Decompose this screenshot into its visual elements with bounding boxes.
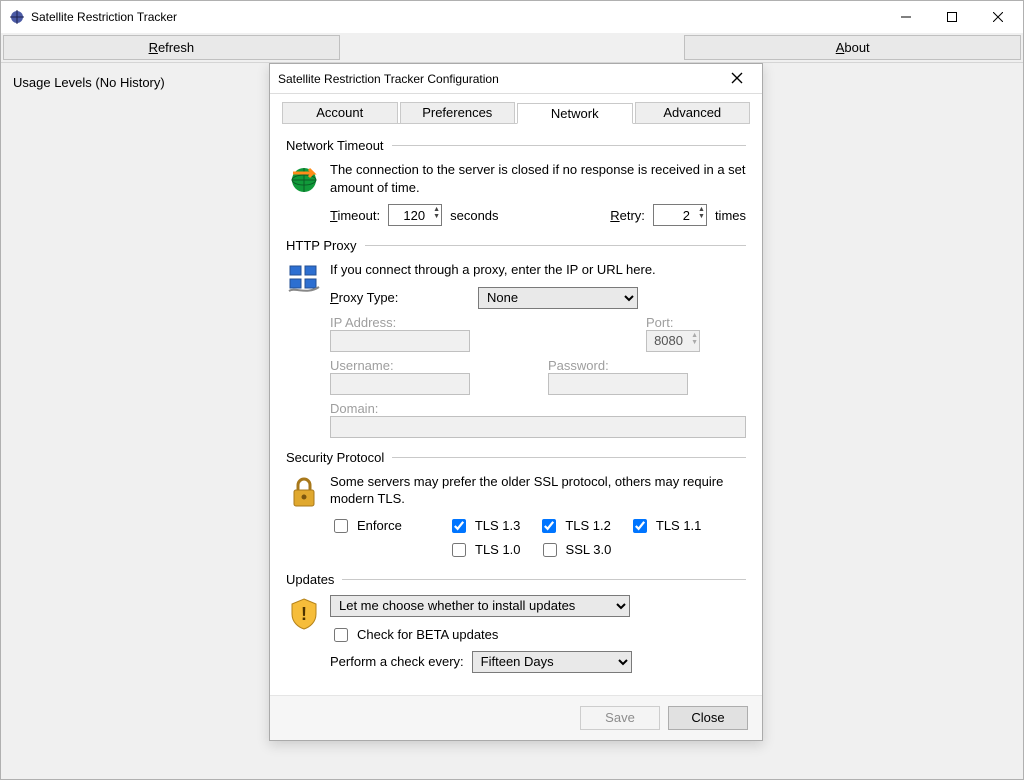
dialog-close-button[interactable]: [720, 71, 754, 87]
dialog-tabs: Account Preferences Network Advanced: [270, 94, 762, 123]
proxy-type-select[interactable]: None: [478, 287, 638, 309]
check-every-label: Perform a check every:: [330, 654, 464, 669]
password-input: [548, 373, 688, 395]
usage-levels-label: Usage Levels (No History): [13, 75, 165, 90]
domain-input: [330, 416, 746, 438]
tls13-checkbox[interactable]: TLS 1.3: [448, 516, 521, 536]
main-toolbar: Refresh About: [1, 33, 1023, 63]
title-bar: Satellite Restriction Tracker: [1, 1, 1023, 33]
http-proxy-title: HTTP Proxy: [286, 238, 357, 253]
dialog-title: Satellite Restriction Tracker Configurat…: [278, 72, 720, 86]
group-http-proxy: HTTP Proxy: [286, 238, 746, 438]
enforce-checkbox[interactable]: Enforce: [330, 516, 402, 536]
timeout-label: Timeout:: [330, 208, 380, 223]
security-description: Some servers may prefer the older SSL pr…: [330, 473, 746, 508]
port-stepper: ▲▼: [691, 332, 698, 346]
check-every-select[interactable]: Fifteen Days: [472, 651, 632, 673]
maximize-button[interactable]: [929, 2, 975, 32]
updates-title: Updates: [286, 572, 334, 587]
update-mode-select[interactable]: Let me choose whether to install updates: [330, 595, 630, 617]
tab-account[interactable]: Account: [282, 102, 398, 123]
retry-stepper[interactable]: ▲▼: [698, 206, 705, 220]
globe-arrow-icon: [286, 161, 322, 226]
group-security-protocol: Security Protocol Some servers: [286, 450, 746, 560]
tab-advanced[interactable]: Advanced: [635, 102, 751, 123]
refresh-label: efresh: [158, 40, 194, 55]
dialog-title-bar: Satellite Restriction Tracker Configurat…: [270, 64, 762, 94]
security-protocol-title: Security Protocol: [286, 450, 384, 465]
about-label: bout: [844, 40, 869, 55]
retry-label: Retry:: [610, 208, 645, 223]
username-label: Username:: [330, 358, 394, 373]
times-label: times: [715, 208, 746, 223]
ip-address-label: IP Address:: [330, 315, 396, 330]
close-button[interactable]: [975, 2, 1021, 32]
timeout-description: The connection to the server is closed i…: [330, 161, 746, 196]
dialog-buttons: Save Close: [270, 695, 762, 740]
port-label: Port:: [646, 315, 673, 330]
ip-address-input: [330, 330, 470, 352]
proxy-description: If you connect through a proxy, enter th…: [330, 261, 746, 279]
minimize-button[interactable]: [883, 2, 929, 32]
tls12-checkbox[interactable]: TLS 1.2: [538, 516, 611, 536]
about-button[interactable]: About: [684, 35, 1021, 60]
timeout-stepper[interactable]: ▲▼: [433, 206, 440, 220]
app-window: Satellite Restriction Tracker Refresh Ab…: [0, 0, 1024, 780]
app-icon: [9, 9, 25, 25]
tab-network[interactable]: Network: [517, 103, 633, 124]
dialog-body: Network Timeout: [270, 124, 762, 695]
save-button: Save: [580, 706, 660, 730]
lock-icon: [286, 473, 322, 560]
content-area: Usage Levels (No History) Satellite Rest…: [1, 63, 1023, 779]
window-controls: [883, 2, 1021, 32]
configuration-dialog: Satellite Restriction Tracker Configurat…: [269, 63, 763, 741]
proxy-type-label: Proxy Type:: [330, 290, 470, 305]
tab-preferences[interactable]: Preferences: [400, 102, 516, 123]
tls11-checkbox[interactable]: TLS 1.1: [629, 516, 702, 536]
refresh-button[interactable]: Refresh: [3, 35, 340, 60]
group-network-timeout: Network Timeout: [286, 138, 746, 226]
svg-text:!: !: [301, 604, 307, 624]
network-timeout-title: Network Timeout: [286, 138, 384, 153]
seconds-label: seconds: [450, 208, 498, 223]
tls10-checkbox[interactable]: TLS 1.0: [448, 540, 521, 560]
app-title: Satellite Restriction Tracker: [31, 10, 883, 24]
beta-checkbox[interactable]: Check for BETA updates: [330, 625, 736, 645]
ssl30-checkbox[interactable]: SSL 3.0: [539, 540, 612, 560]
close-dialog-button[interactable]: Close: [668, 706, 748, 730]
group-updates: Updates ! Let me choose whether: [286, 572, 746, 673]
domain-label: Domain:: [330, 401, 378, 416]
password-label: Password:: [548, 358, 609, 373]
shield-alert-icon: !: [286, 595, 322, 673]
username-input: [330, 373, 470, 395]
network-nodes-icon: [286, 261, 322, 438]
